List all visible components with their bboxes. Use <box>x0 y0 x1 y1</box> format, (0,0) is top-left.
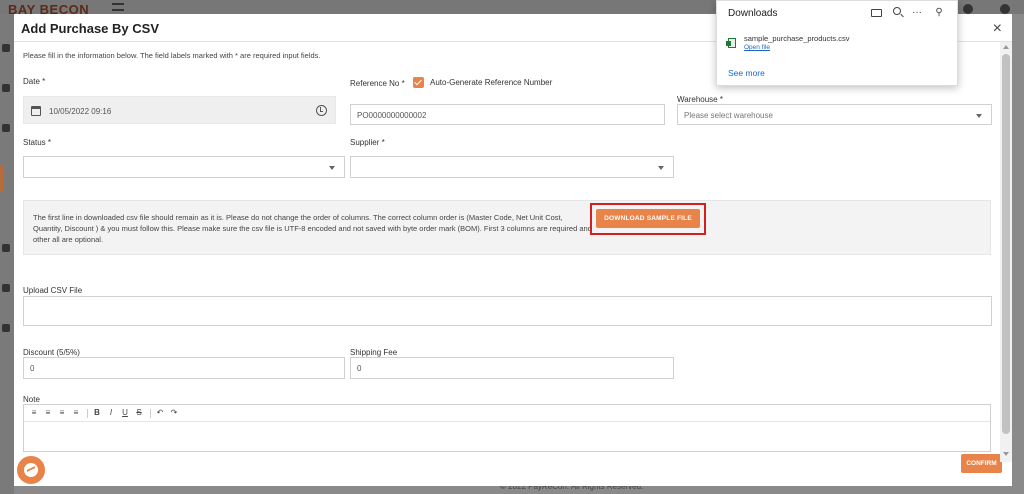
csv-file-icon <box>726 38 736 48</box>
chevron-down-icon[interactable] <box>976 114 982 118</box>
downloads-title: Downloads <box>728 8 778 19</box>
align-right-icon[interactable]: ≡ <box>57 408 67 417</box>
warehouse-label: Warehouse * <box>677 95 723 104</box>
upload-csv-label: Upload CSV File <box>23 286 83 295</box>
date-value: 10/05/2022 09:16 <box>49 107 112 116</box>
messenger-bolt <box>27 466 35 474</box>
redo-icon[interactable]: ↷ <box>169 408 179 417</box>
clock-icon[interactable] <box>316 105 327 116</box>
status-select[interactable] <box>23 156 345 178</box>
search-icon[interactable] <box>893 7 901 15</box>
close-icon[interactable]: × <box>993 20 1002 38</box>
menu-icon[interactable] <box>112 3 124 11</box>
see-more-link[interactable]: See more <box>728 68 765 78</box>
discount-input[interactable]: 0 <box>23 357 345 379</box>
sidebar-active-indicator <box>0 166 4 192</box>
downloads-panel: Downloads ··· ⚲ sample_purchase_products… <box>716 0 958 86</box>
align-center-icon[interactable]: ≡ <box>43 408 53 417</box>
align-left-icon[interactable]: ≡ <box>29 408 39 417</box>
supplier-label: Supplier * <box>350 138 385 147</box>
sidebar-icon[interactable] <box>2 44 10 52</box>
downloaded-file-name[interactable]: sample_purchase_products.csv <box>744 34 849 43</box>
scroll-down-icon[interactable] <box>1003 452 1009 456</box>
sidebar-icon[interactable] <box>2 124 10 132</box>
sidebar-icon[interactable] <box>2 324 10 332</box>
messenger-chat-button[interactable] <box>15 454 47 486</box>
editor-toolbar: ≡ ≡ ≡ ≡ B I U S ↶ ↷ <box>24 405 990 422</box>
shipping-fee-label: Shipping Fee <box>350 348 398 357</box>
shipping-fee-input[interactable]: 0 <box>350 357 674 379</box>
form-hint: Please fill in the information below. Th… <box>23 51 321 60</box>
confirm-button[interactable]: CONFIRM <box>961 454 1002 473</box>
open-file-link[interactable]: Open file <box>744 44 770 51</box>
chevron-down-icon[interactable] <box>658 166 664 170</box>
discount-value: 0 <box>30 364 35 373</box>
auto-generate-label: Auto-Generate Reference Number <box>430 78 553 87</box>
csv-instructions-box: The first line in downloaded csv file sh… <box>23 200 991 255</box>
toolbar-divider <box>87 409 88 418</box>
auto-generate-checkbox[interactable] <box>413 77 424 88</box>
underline-icon[interactable]: U <box>120 408 130 417</box>
folder-icon[interactable] <box>871 9 882 17</box>
discount-label: Discount (5/5%) <box>23 348 80 357</box>
warehouse-placeholder: Please select warehouse <box>684 111 773 120</box>
csv-instructions-text: The first line in downloaded csv file sh… <box>33 213 592 244</box>
italic-icon[interactable]: I <box>106 408 116 417</box>
scroll-up-icon[interactable] <box>1003 45 1009 49</box>
download-sample-file-button[interactable]: DOWNLOAD SAMPLE FILE <box>596 209 700 228</box>
date-label: Date * <box>23 77 46 86</box>
bold-icon[interactable]: B <box>92 408 102 417</box>
sidebar-icon[interactable] <box>2 284 10 292</box>
user-icon[interactable] <box>1000 4 1010 14</box>
reference-label: Reference No * <box>350 79 405 88</box>
date-field[interactable]: 10/05/2022 09:16 <box>23 96 336 124</box>
modal-title: Add Purchase By CSV <box>21 21 159 36</box>
app-sidebar <box>0 14 14 494</box>
sidebar-icon[interactable] <box>2 244 10 252</box>
note-label: Note <box>23 395 40 404</box>
toolbar-divider <box>150 409 151 418</box>
status-label: Status * <box>23 138 52 147</box>
modal-scrollbar[interactable] <box>1000 42 1012 462</box>
reference-input[interactable]: PO0000000000002 <box>350 104 665 125</box>
align-justify-icon[interactable]: ≡ <box>71 408 81 417</box>
messenger-icon <box>24 463 38 477</box>
sidebar-icon[interactable] <box>2 84 10 92</box>
more-options-icon[interactable]: ··· <box>911 7 923 18</box>
supplier-select[interactable] <box>350 156 674 178</box>
strikethrough-icon[interactable]: S <box>134 408 144 417</box>
pin-icon[interactable]: ⚲ <box>933 7 945 18</box>
notification-icon[interactable] <box>963 4 973 14</box>
calendar-icon[interactable] <box>31 106 41 116</box>
warehouse-select[interactable]: Please select warehouse <box>677 104 992 125</box>
chevron-down-icon[interactable] <box>329 166 335 170</box>
reference-value: PO0000000000002 <box>357 111 427 120</box>
note-editor[interactable]: ≡ ≡ ≡ ≡ B I U S ↶ ↷ <box>23 404 991 452</box>
upload-csv-input[interactable] <box>23 296 992 326</box>
shipping-fee-value: 0 <box>357 364 362 373</box>
scrollbar-thumb[interactable] <box>1002 54 1010 434</box>
undo-icon[interactable]: ↶ <box>155 408 165 417</box>
